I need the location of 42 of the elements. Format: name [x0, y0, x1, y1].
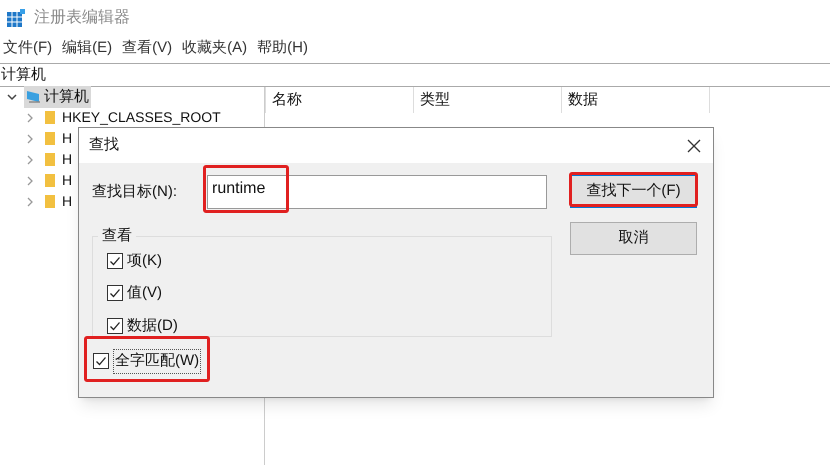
folder-icon [44, 173, 56, 188]
close-icon[interactable] [687, 138, 701, 152]
menu-item[interactable]: 查看(V) [119, 36, 176, 60]
menu-item[interactable]: 帮助(H) [254, 36, 311, 60]
checkbox-label: 项(K) [127, 250, 162, 270]
checkmark-icon [95, 355, 107, 368]
checkbox-label: 值(V) [127, 283, 162, 303]
checkbox-label: 全字匹配(W) [113, 349, 202, 374]
tree-item[interactable]: HKEY_CLASSES_ROOT [62, 107, 221, 128]
group-label: 查看 [101, 226, 133, 246]
tree-item[interactable]: H [62, 191, 72, 212]
column-header[interactable]: 名称 [266, 87, 414, 113]
menu-item[interactable]: 收藏夹(A) [179, 36, 250, 60]
menu-item[interactable]: 文件(F) [0, 36, 56, 60]
folder-icon [44, 152, 56, 167]
registry-icon [6, 8, 26, 28]
dialog-title: 查找 [89, 135, 119, 156]
computer-icon [26, 90, 42, 104]
address-bar[interactable]: 计算机 [0, 64, 47, 86]
column-header[interactable]: 数据 [562, 87, 710, 113]
tree-item[interactable]: 计算机 [24, 86, 91, 108]
checkmark-icon [109, 254, 121, 267]
folder-icon [44, 110, 56, 125]
checkbox[interactable] [107, 252, 123, 269]
find-label: 查找目标(N): [92, 182, 177, 202]
window-title: 注册表编辑器 [34, 8, 130, 28]
folder-icon [44, 131, 56, 146]
find-field[interactable]: runtime [207, 175, 547, 209]
checkbox[interactable] [107, 318, 123, 334]
checkbox-label: 数据(D) [127, 316, 178, 336]
checkmark-icon [109, 320, 121, 332]
dialog-button[interactable]: 取消 [570, 222, 697, 255]
tree-item[interactable]: H [62, 149, 72, 170]
checkmark-icon [109, 287, 121, 300]
column-header[interactable]: 类型 [414, 87, 562, 113]
tree-item[interactable]: H [62, 170, 72, 191]
checkbox[interactable] [93, 353, 109, 370]
folder-icon [44, 194, 56, 209]
checkbox[interactable] [107, 285, 123, 302]
tree-label: 计算机 [44, 86, 89, 107]
tree-item[interactable]: H [62, 128, 72, 149]
menu-item[interactable]: 编辑(E) [59, 36, 116, 60]
